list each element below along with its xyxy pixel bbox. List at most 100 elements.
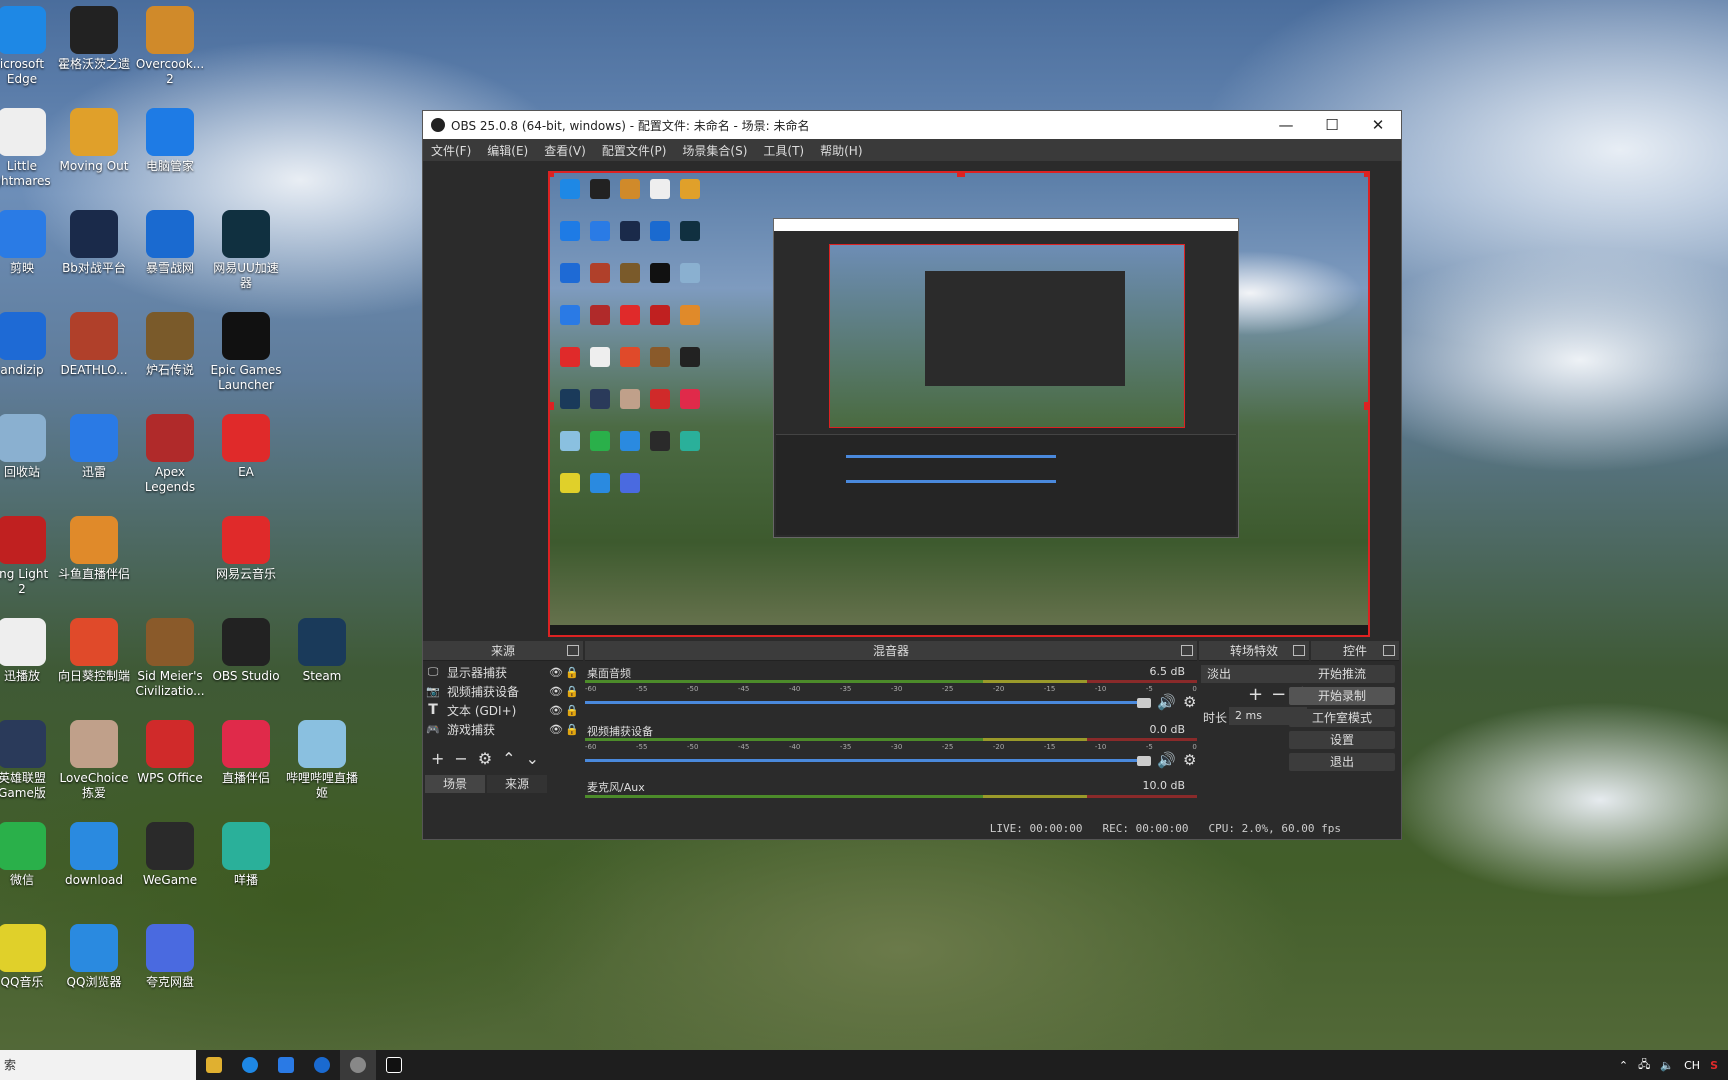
desktop-icon[interactable]: 炉石传说 [132, 312, 208, 378]
menu-profile[interactable]: 配置文件(P) [594, 142, 675, 159]
desktop-icon[interactable]: 迅播放 [0, 618, 60, 684]
source-item[interactable]: 🎮 游戏捕获 👁 🔒 [425, 720, 583, 738]
desktop-icon[interactable]: Little ghtmares [0, 108, 60, 189]
volume-slider[interactable] [585, 701, 1143, 704]
resize-handle[interactable] [1364, 402, 1368, 410]
undock-icon[interactable] [1383, 645, 1395, 656]
desktop-icon[interactable]: 哔哩哔哩直播 姬 [284, 720, 360, 801]
input-language[interactable]: CH [1684, 1059, 1700, 1072]
network-icon[interactable]: 🖧 [1638, 1056, 1650, 1075]
desktop-icon[interactable]: download [56, 822, 132, 888]
desktop-icon[interactable]: 直播伴侣 [208, 720, 284, 786]
desktop-icon[interactable]: Steam [284, 618, 360, 684]
menu-help[interactable]: 帮助(H) [812, 142, 870, 159]
menu-edit[interactable]: 编辑(E) [479, 142, 536, 159]
desktop-icon[interactable]: Sid Meier's Civilizatio... [132, 618, 208, 699]
desktop-icon[interactable]: QQ音乐 [0, 924, 60, 990]
feishu-icon[interactable] [268, 1050, 304, 1080]
desktop-icon[interactable]: Epic Games Launcher [208, 312, 284, 393]
undock-icon[interactable] [1181, 645, 1193, 656]
lock-icon[interactable]: 🔒 [565, 666, 579, 679]
title-bar[interactable]: OBS 25.0.8 (64-bit, windows) - 配置文件: 未命名… [423, 111, 1401, 139]
desktop-icon[interactable]: Overcook... 2 [132, 6, 208, 87]
desktop-icon[interactable]: 夸克网盘 [132, 924, 208, 990]
lock-icon[interactable]: 🔒 [565, 685, 579, 698]
desktop-icon[interactable]: 剪映 [0, 210, 60, 276]
lock-icon[interactable]: 🔒 [565, 723, 579, 736]
studio-mode-button[interactable]: 工作室模式 [1289, 709, 1395, 727]
desktop-icon[interactable]: WeGame [132, 822, 208, 888]
tab-sources[interactable]: 来源 [487, 775, 547, 793]
menu-file[interactable]: 文件(F) [423, 142, 479, 159]
resize-handle[interactable] [550, 173, 554, 177]
desktop-icon[interactable]: QQ浏览器 [56, 924, 132, 990]
undock-icon[interactable] [1293, 645, 1305, 656]
close-icon[interactable]: ✕ [1355, 116, 1401, 134]
sogou-icon[interactable]: S [1710, 1059, 1718, 1072]
speaker-icon[interactable]: 🔊 [1157, 751, 1176, 769]
desktop-icon[interactable]: OBS Studio [208, 618, 284, 684]
desktop-icon[interactable]: 暴雪战网 [132, 210, 208, 276]
gear-icon[interactable]: ⚙ [1183, 693, 1196, 711]
eye-icon[interactable]: 👁 [549, 666, 563, 679]
desktop-icon[interactable]: DEATHLO... [56, 312, 132, 378]
maximize-icon[interactable]: ☐ [1309, 116, 1355, 134]
speaker-icon[interactable]: 🔊 [1157, 693, 1176, 711]
volume-slider[interactable] [585, 759, 1143, 762]
desktop-icon[interactable]: 英雄联盟 Game版 [0, 720, 60, 801]
settings-button[interactable]: 设置 [1289, 731, 1395, 749]
capcut-icon[interactable] [376, 1050, 412, 1080]
lock-icon[interactable]: 🔒 [565, 704, 579, 717]
search-box[interactable]: 索 [0, 1050, 196, 1080]
desktop-icon[interactable]: Bb对战平台 [56, 210, 132, 276]
desktop-icon[interactable]: ing Light 2 [0, 516, 60, 597]
desktop-icon[interactable]: icrosoft Edge [0, 6, 60, 87]
preview-canvas[interactable] [548, 171, 1370, 637]
desktop-icon[interactable]: 微信 [0, 822, 60, 888]
undock-icon[interactable] [567, 645, 579, 656]
volume-knob[interactable] [1137, 756, 1151, 766]
desktop-icon[interactable]: EA [208, 414, 284, 480]
chevron-up-icon[interactable]: ⌃ [1619, 1059, 1628, 1072]
desktop-icon[interactable]: 网易云音乐 [208, 516, 284, 582]
explorer-icon[interactable] [196, 1050, 232, 1080]
desktop-icon[interactable]: Moving Out [56, 108, 132, 174]
chevron-down-icon[interactable]: ⌄ [526, 749, 549, 768]
source-item[interactable]: T 文本 (GDI+) 👁 🔒 [425, 701, 583, 719]
desktop-icon[interactable]: 向日葵控制端 [56, 618, 132, 684]
start-recording-button[interactable]: 开始录制 [1289, 687, 1395, 705]
desktop-icon[interactable]: 回收站 [0, 414, 60, 480]
desktop-icon[interactable]: 网易UU加速 器 [208, 210, 284, 291]
desktop-icon[interactable]: 迅雷 [56, 414, 132, 480]
menu-scene-collection[interactable]: 场景集合(S) [674, 142, 755, 159]
gear-icon[interactable]: ⚙ [1183, 751, 1196, 769]
edge-icon[interactable] [232, 1050, 268, 1080]
desktop-icon[interactable]: 咩播 [208, 822, 284, 888]
add-icon[interactable]: + [1248, 684, 1271, 705]
gear-icon[interactable]: ⚙ [478, 749, 502, 768]
exit-button[interactable]: 退出 [1289, 753, 1395, 771]
tab-scenes[interactable]: 场景 [425, 775, 485, 793]
resize-handle[interactable] [1364, 173, 1368, 177]
desktop-icon[interactable]: Apex Legends [132, 414, 208, 495]
desktop-icon[interactable]: LoveChoice 拣爱 [56, 720, 132, 801]
remove-icon[interactable]: − [454, 749, 477, 768]
menu-tools[interactable]: 工具(T) [755, 142, 812, 159]
source-item[interactable]: 🖵 显示器捕获 👁 🔒 [425, 663, 583, 681]
uu-icon[interactable] [304, 1050, 340, 1080]
desktop-icon[interactable]: 电脑管家 [132, 108, 208, 174]
eye-icon[interactable]: 👁 [549, 723, 563, 736]
minimize-icon[interactable]: — [1263, 116, 1309, 134]
menu-view[interactable]: 查看(V) [536, 142, 594, 159]
desktop-icon[interactable]: WPS Office [132, 720, 208, 786]
desktop-icon[interactable]: 霍格沃茨之遗 [56, 6, 132, 72]
eye-icon[interactable]: 👁 [549, 704, 563, 717]
obs-icon[interactable] [340, 1050, 376, 1080]
volume-knob[interactable] [1137, 698, 1151, 708]
add-icon[interactable]: + [431, 749, 454, 768]
desktop-icon[interactable]: 斗鱼直播伴侣 [56, 516, 132, 582]
desktop-icon[interactable]: andizip [0, 312, 60, 378]
volume-icon[interactable]: 🔈 [1660, 1059, 1674, 1072]
eye-icon[interactable]: 👁 [549, 685, 563, 698]
start-streaming-button[interactable]: 开始推流 [1289, 665, 1395, 683]
